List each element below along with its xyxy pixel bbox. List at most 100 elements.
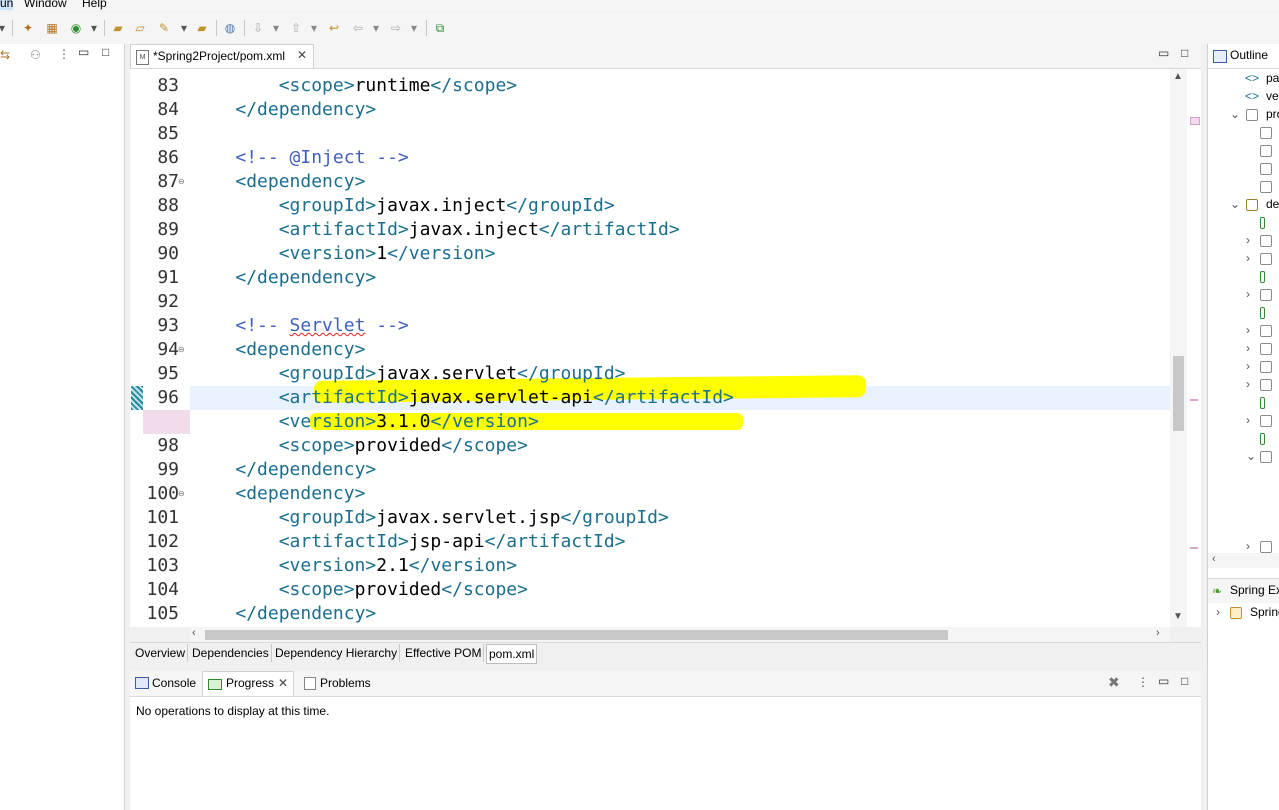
code-line[interactable]: <scope>runtime</scope> [192,74,517,98]
scroll-up-icon[interactable]: ▲ [1173,71,1183,82]
code-line[interactable]: <groupId>javax.servlet</groupId> [192,362,626,386]
chevron-right-icon[interactable]: › [1246,413,1250,427]
search-dropdown-icon[interactable]: ▾ [176,20,192,36]
outline-hscrollbar[interactable]: ‹ [1208,553,1279,568]
spring-item[interactable]: Spring [1250,605,1279,619]
chevron-right-icon[interactable]: › [1246,377,1250,391]
code-line[interactable]: </dependency> [192,266,376,290]
tab-dependency-hierarchy[interactable]: Dependency Hierarchy [273,644,401,662]
chevron-down-icon[interactable]: ⌄ [1230,197,1240,211]
scroll-right-icon[interactable]: › [1156,627,1160,639]
chevron-right-icon[interactable]: › [1246,323,1250,337]
scroll-left-icon[interactable]: ‹ [1212,553,1216,565]
outline-item[interactable]: ve [1266,89,1279,103]
chevron-down-icon[interactable]: ⌄ [1246,449,1256,463]
outline-item[interactable]: pa [1266,71,1279,85]
view-menu-icon[interactable]: ⋮ [58,47,70,61]
editor-minimize-icon[interactable]: ▭ [1158,46,1169,60]
editor-tab-pom[interactable]: M *Spring2Project/pom.xml ✕ [130,44,314,68]
chevron-right-icon[interactable]: › [1246,251,1250,265]
chevron-right-icon[interactable]: › [1246,539,1250,553]
tab-effective-pom[interactable]: Effective POM [403,644,485,662]
tab-console[interactable]: Console [152,676,196,690]
pin-editor-icon[interactable]: ⧉ [432,20,448,36]
code-line[interactable]: <version>1</version> [192,242,496,266]
forward-icon[interactable]: ⇨ [388,20,404,36]
close-icon[interactable]: ✕ [278,676,288,690]
horizontal-scroll-thumb[interactable] [205,630,948,640]
close-icon[interactable]: ✕ [297,48,307,62]
fold-toggle-icon[interactable]: ⊖ [178,177,187,186]
menu-window[interactable]: Window [24,0,67,10]
search-icon[interactable]: ✎ [156,20,172,36]
code-line[interactable]: <scope>provided</scope> [192,434,528,458]
outline-item[interactable]: de [1266,197,1279,211]
code-line[interactable]: <artifactId>javax.inject</artifactId> [192,218,680,242]
code-line[interactable]: <!-- Servlet --> [192,314,408,338]
code-line[interactable]: </dependency> [192,458,376,482]
code-line[interactable]: </dependency> [192,602,376,626]
editor-maximize-icon[interactable]: □ [1181,46,1188,60]
code-line[interactable]: <!-- @Inject --> [192,146,408,170]
code-line[interactable]: <artifactId>javax.servlet-api</artifactI… [192,386,734,410]
tab-overview[interactable]: Overview [133,644,189,662]
run-icon[interactable]: ◉ [68,20,84,36]
next-annotation-dropdown-icon[interactable]: ▾ [268,20,284,36]
dropdown-arrow-icon[interactable]: ▾ [0,20,10,36]
open-folder-icon[interactable]: ▰ [110,20,126,36]
spring-explorer-tab[interactable]: ❧ Spring Ex [1208,578,1279,604]
code-line[interactable]: </dependency> [192,98,376,122]
new-package-icon[interactable]: ▦ [44,20,60,36]
collapse-all-icon[interactable]: ⚇ [30,48,41,62]
chevron-right-icon[interactable]: › [1246,233,1250,247]
scroll-down-icon[interactable]: ▼ [1173,611,1183,622]
code-line[interactable]: <version>2.1</version> [192,554,517,578]
chevron-right-icon[interactable]: › [1246,287,1250,301]
tab-dependencies[interactable]: Dependencies [190,644,272,662]
tab-pom-xml[interactable]: pom.xml [486,644,538,664]
tab-progress[interactable]: Progress [226,676,274,690]
back-dropdown-icon[interactable]: ▾ [368,20,384,36]
open-task-icon[interactable]: ▰ [194,20,210,36]
prev-annotation-icon[interactable]: ⇧ [288,20,304,36]
tab-problems[interactable]: Problems [320,676,371,690]
run-dropdown-icon[interactable]: ▾ [86,20,102,36]
remove-all-icon[interactable]: ✖ [1108,674,1120,691]
new-spring-project-icon[interactable]: ✦ [20,20,36,36]
code-line[interactable]: <artifactId>jsp-api</artifactId> [192,530,626,554]
maximize-icon[interactable]: □ [102,45,109,59]
minimize-icon[interactable]: ▭ [78,45,89,59]
chevron-down-icon[interactable]: ⌄ [1230,107,1240,121]
vertical-scrollbar[interactable]: ▲ ▼ [1170,69,1187,627]
scroll-left-icon[interactable]: ‹ [192,627,196,639]
code-line[interactable]: <groupId>javax.inject</groupId> [192,194,615,218]
chevron-right-icon[interactable]: › [1246,341,1250,355]
vertical-scroll-thumb[interactable] [1173,356,1184,431]
code-line[interactable]: <dependency> [192,482,365,506]
code-line[interactable]: <scope>provided</scope> [192,578,528,602]
bottom-minimize-icon[interactable]: ▭ [1158,674,1169,688]
chevron-right-icon[interactable]: › [1246,359,1250,373]
outline-item[interactable]: pro [1266,107,1279,121]
code-line[interactable]: <groupId>javax.servlet.jsp</groupId> [192,506,669,530]
last-edit-icon[interactable]: ↩ [326,20,342,36]
link-editor-icon[interactable]: ⇆ [0,48,10,62]
menu-help[interactable]: Help [82,0,107,10]
chevron-right-icon[interactable]: › [1216,605,1220,619]
globe-icon[interactable]: ◍ [222,20,238,36]
outline-tree[interactable]: <> pa <> ve ⌄ pro ⌄ de › › › › › › › › ⌄… [1208,69,1279,569]
code-line[interactable]: <version>3.1.0</version> [192,410,539,434]
view-menu-icon[interactable]: ⋮ [1137,675,1149,689]
menu-run[interactable]: un [0,0,14,10]
forward-dropdown-icon[interactable]: ▾ [406,20,422,36]
open-type-icon[interactable]: ▱ [132,20,148,36]
prev-annotation-dropdown-icon[interactable]: ▾ [306,20,322,36]
back-icon[interactable]: ⇦ [350,20,366,36]
bottom-maximize-icon[interactable]: □ [1181,674,1188,688]
outline-tab[interactable]: Outline [1208,44,1279,69]
spring-explorer-tree[interactable]: › Spring [1208,603,1279,627]
code-line[interactable]: <dependency> [192,338,365,362]
fold-toggle-icon[interactable]: ⊖ [178,489,187,498]
next-annotation-icon[interactable]: ⇩ [250,20,266,36]
code-line[interactable]: <dependency> [192,170,365,194]
